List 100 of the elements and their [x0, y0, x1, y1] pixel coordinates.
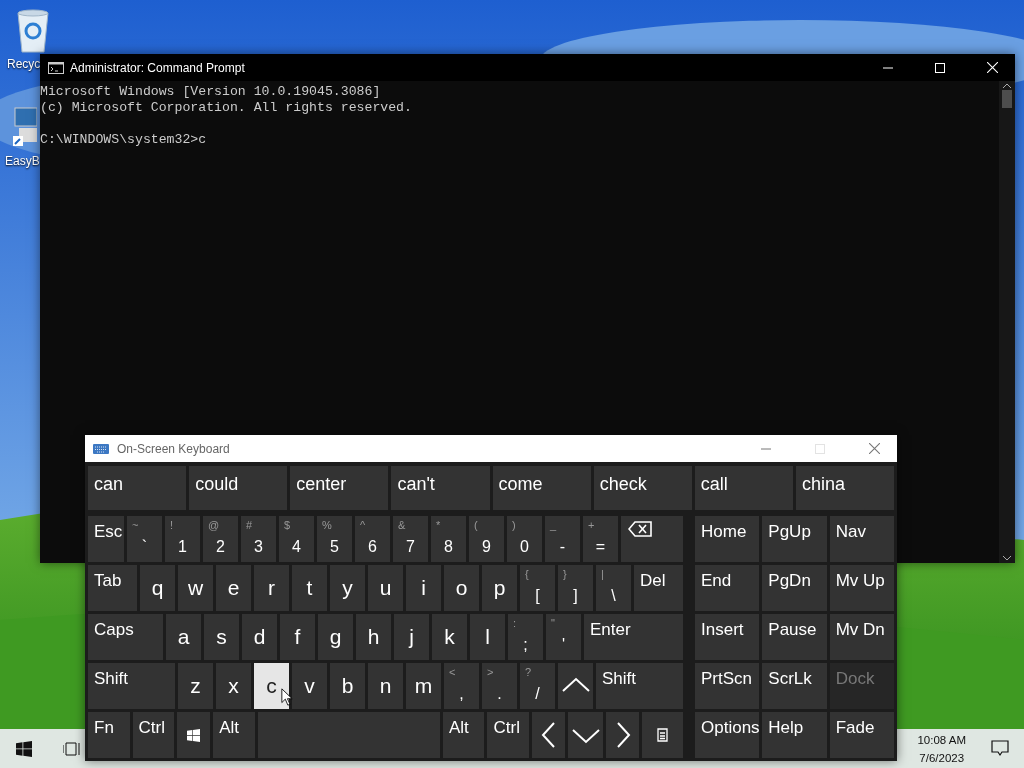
menu-key[interactable] — [642, 712, 684, 758]
word-suggestion[interactable]: center — [290, 466, 389, 510]
keyboard-key[interactable]: Esc — [88, 516, 124, 562]
letter-key[interactable]: p — [482, 565, 517, 611]
letter-key[interactable]: s — [204, 614, 239, 660]
keyboard-key[interactable]: Shift — [596, 663, 683, 709]
letter-key[interactable]: x — [216, 663, 251, 709]
letter-key[interactable]: l — [470, 614, 505, 660]
keyboard-key[interactable]: Alt — [442, 712, 485, 758]
letter-key[interactable]: g — [318, 614, 353, 660]
symbol-key[interactable]: & 7 — [393, 516, 428, 562]
keyboard-key[interactable]: Caps — [88, 614, 163, 660]
letter-key[interactable]: c — [254, 663, 289, 709]
symbol-key[interactable]: $ 4 — [279, 516, 314, 562]
keyboard-key[interactable]: Fade — [829, 712, 894, 758]
symbol-key[interactable]: ~ ` — [127, 516, 162, 562]
letter-key[interactable]: q — [140, 565, 175, 611]
arrow-key[interactable] — [532, 712, 566, 758]
keyboard-key[interactable]: Insert — [695, 614, 760, 660]
symbol-key[interactable]: ? / — [520, 663, 555, 709]
letter-key[interactable]: b — [330, 663, 365, 709]
letter-key[interactable]: t — [292, 565, 327, 611]
letter-key[interactable]: j — [394, 614, 429, 660]
letter-key[interactable]: m — [406, 663, 441, 709]
window-title: On-Screen Keyboard — [117, 441, 231, 456]
word-suggestion[interactable]: could — [189, 466, 288, 510]
letter-key[interactable]: y — [330, 565, 365, 611]
keyboard-key[interactable]: ScrLk — [762, 663, 827, 709]
symbol-key[interactable]: : ; — [508, 614, 543, 660]
keyboard-key[interactable]: Ctrl — [132, 712, 175, 758]
symbol-key[interactable]: " ' — [546, 614, 581, 660]
letter-key[interactable]: k — [432, 614, 467, 660]
letter-key[interactable]: e — [216, 565, 251, 611]
symbol-key[interactable]: @ 2 — [203, 516, 238, 562]
key-character: 7 — [405, 538, 416, 556]
symbol-key[interactable]: + = — [583, 516, 618, 562]
keyboard-key[interactable]: Options — [695, 712, 760, 758]
letter-key[interactable]: n — [368, 663, 403, 709]
letter-key[interactable]: r — [254, 565, 289, 611]
word-suggestion[interactable]: come — [492, 466, 591, 510]
word-suggestion[interactable]: call — [694, 466, 793, 510]
symbol-key[interactable]: % 5 — [317, 516, 352, 562]
keyboard-key[interactable]: Home — [695, 516, 760, 562]
keyboard-key[interactable]: Enter — [584, 614, 683, 660]
letter-key[interactable]: o — [444, 565, 479, 611]
symbol-key[interactable]: ! 1 — [165, 516, 200, 562]
key-character: 8 — [443, 538, 454, 556]
letter-key[interactable]: z — [178, 663, 213, 709]
desktop-icon-label[interactable]: Recyc — [7, 57, 41, 71]
keyboard-key[interactable]: Alt — [213, 712, 255, 758]
keyboard-key[interactable]: PgDn — [762, 565, 827, 611]
shift-character: @ — [208, 519, 220, 531]
symbol-key[interactable]: * 8 — [431, 516, 466, 562]
maximize-icon — [935, 62, 945, 73]
letter-key[interactable]: i — [406, 565, 441, 611]
symbol-key[interactable]: ^ 6 — [355, 516, 390, 562]
letter-key[interactable]: u — [368, 565, 403, 611]
windows-key[interactable] — [177, 712, 211, 758]
shift-character: : — [513, 617, 517, 629]
letter-key[interactable]: d — [242, 614, 277, 660]
word-suggestion[interactable]: china — [795, 466, 894, 510]
word-suggestion[interactable]: check — [593, 466, 692, 510]
keyboard-key[interactable]: End — [695, 565, 760, 611]
keyboard-key[interactable]: PrtScn — [695, 663, 760, 709]
keyboard-key[interactable]: PgUp — [762, 516, 827, 562]
word-suggestion[interactable]: can — [88, 466, 187, 510]
word-suggestion[interactable]: can't — [391, 466, 490, 510]
symbol-key[interactable]: { [ — [520, 565, 555, 611]
keyboard-key[interactable]: Pause — [762, 614, 827, 660]
scrollbar[interactable] — [999, 81, 1015, 563]
letter-key[interactable]: f — [280, 614, 315, 660]
symbol-key[interactable]: < , — [444, 663, 479, 709]
keyboard-key[interactable]: Mv Dn — [829, 614, 894, 660]
symbol-key[interactable]: } ] — [558, 565, 593, 611]
backspace-key[interactable] — [621, 516, 683, 562]
taskbar-clock[interactable]: 10:08 AM 7/6/2023 — [907, 730, 976, 767]
keyboard-key[interactable]: Tab — [88, 565, 137, 611]
keyboard-key[interactable]: Mv Up — [829, 565, 894, 611]
keyboard-key[interactable]: Ctrl — [487, 712, 530, 758]
symbol-key[interactable]: ( 9 — [469, 516, 504, 562]
symbol-key[interactable]: _ - — [545, 516, 580, 562]
symbol-key[interactable]: | \ — [596, 565, 631, 611]
keyboard-key[interactable]: Nav — [829, 516, 894, 562]
arrow-key[interactable] — [558, 663, 593, 709]
keyboard-key[interactable]: Fn — [88, 712, 130, 758]
key-character: - — [558, 538, 567, 556]
letter-key[interactable]: w — [178, 565, 213, 611]
arrow-key[interactable] — [606, 712, 640, 758]
desktop-icon-label[interactable]: EasyB — [5, 154, 40, 168]
arrow-key[interactable] — [568, 712, 604, 758]
keyboard-key[interactable]: Help — [762, 712, 827, 758]
scrollbar-thumb[interactable] — [1002, 90, 1012, 108]
letter-key[interactable]: v — [292, 663, 327, 709]
symbol-key[interactable]: ) 0 — [507, 516, 542, 562]
letter-key[interactable]: h — [356, 614, 391, 660]
symbol-key[interactable]: > . — [482, 663, 517, 709]
keyboard-key[interactable]: Del — [634, 565, 683, 611]
letter-key[interactable]: a — [166, 614, 201, 660]
symbol-key[interactable]: # 3 — [241, 516, 276, 562]
keyboard-key[interactable]: Shift — [88, 663, 175, 709]
